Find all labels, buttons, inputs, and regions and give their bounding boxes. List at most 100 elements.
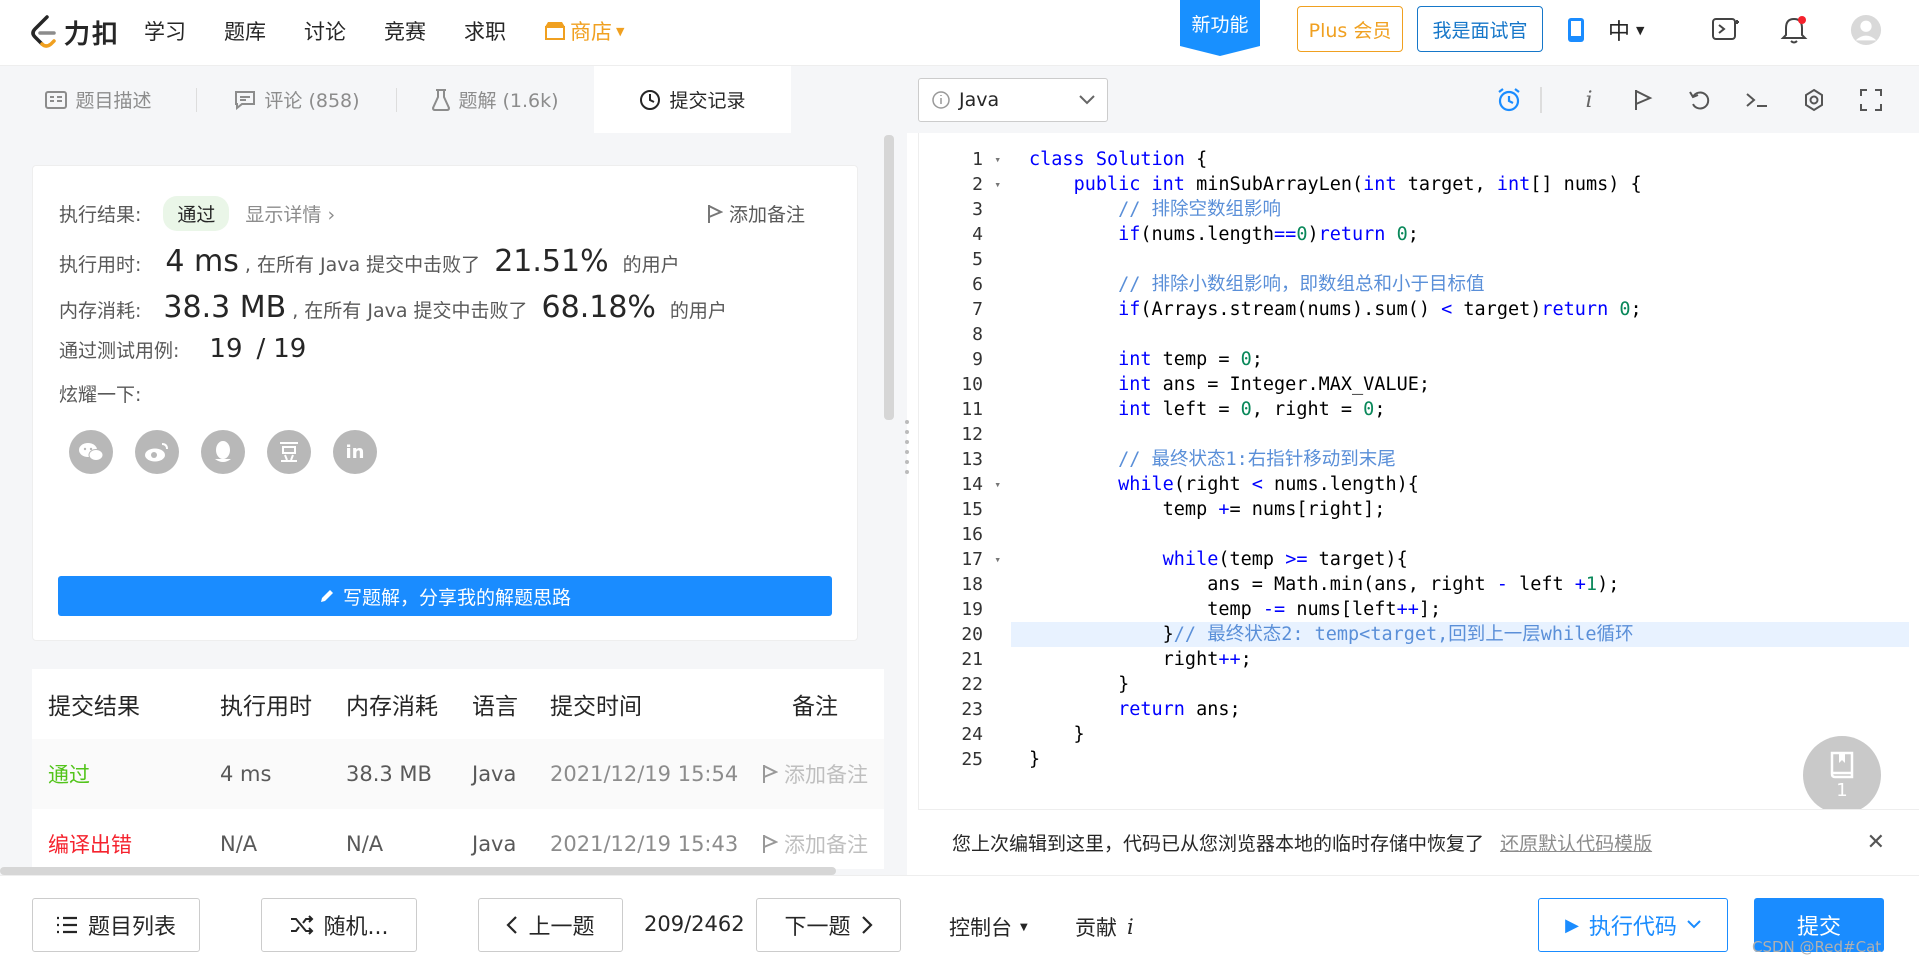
prev-problem-button[interactable]: 上一题 xyxy=(478,898,623,952)
settings-icon[interactable] xyxy=(1800,86,1828,114)
nav-shop[interactable]: 商店 ▼ xyxy=(544,16,624,46)
qq-icon[interactable] xyxy=(201,430,245,474)
tab-solutions[interactable]: 题解 (1.6k) xyxy=(397,66,594,133)
avatar[interactable] xyxy=(1850,14,1882,46)
code-line[interactable]: right++; xyxy=(1029,647,1909,672)
row-language: Java xyxy=(472,832,517,856)
close-icon[interactable]: ✕ xyxy=(1867,830,1885,855)
fold-arrow-icon[interactable]: ▾ xyxy=(994,172,1001,197)
reset-icon[interactable] xyxy=(1686,86,1714,114)
terminal-icon[interactable] xyxy=(1743,86,1771,114)
douban-icon[interactable] xyxy=(267,430,311,474)
weibo-icon[interactable] xyxy=(135,430,179,474)
playground-icon[interactable] xyxy=(1710,14,1742,46)
code-line[interactable] xyxy=(1029,422,1909,447)
code-line[interactable]: if(nums.length==0)return 0; xyxy=(1029,222,1909,247)
language-select[interactable]: Java xyxy=(918,78,1108,122)
code-line[interactable]: int ans = Integer.MAX_VALUE; xyxy=(1029,372,1909,397)
code-area[interactable]: class Solution { public int minSubArrayL… xyxy=(1011,147,1909,772)
contribute-link[interactable]: 贡献 i xyxy=(1075,912,1134,942)
code-editor[interactable]: 1 ▾ 2 ▾ 3 4 5 6 7 8 9 10 11 12 13 14 ▾ 15 16 17 ▾ 18 19 20 21 22 2… xyxy=(918,133,1919,809)
code-line[interactable]: int temp = 0; xyxy=(1029,347,1909,372)
row-add-note[interactable]: 添加备注 xyxy=(762,829,868,859)
problem-list-button[interactable]: 题目列表 xyxy=(32,898,200,952)
row-submitted: 2021/12/19 15:43 xyxy=(550,832,739,856)
code-line[interactable]: if(Arrays.stream(nums).sum() < target)re… xyxy=(1029,297,1909,322)
code-line[interactable]: return ans; xyxy=(1029,697,1909,722)
code-line[interactable]: temp += nums[right]; xyxy=(1029,497,1909,522)
row-status[interactable]: 通过 xyxy=(48,759,90,789)
tab-comments[interactable]: 评论 (858) xyxy=(197,66,397,133)
interviewer-button[interactable]: 我是面试官 xyxy=(1417,6,1543,52)
table-header: 提交结果 执行用时 内存消耗 语言 提交时间 备注 xyxy=(32,669,884,739)
language-switch[interactable]: 中 ▼ xyxy=(1608,14,1668,46)
run-code-button[interactable]: ▶ 执行代码 xyxy=(1538,898,1728,952)
code-line[interactable]: }// 最终状态2: temp<target,回到上一层while循环 xyxy=(1011,622,1909,647)
nav-problems[interactable]: 题库 xyxy=(224,16,266,46)
table-row[interactable]: 编译出错 N/A N/A Java 2021/12/19 15:43 添加备注 xyxy=(32,809,884,869)
table-row[interactable]: 通过 4 ms 38.3 MB Java 2021/12/19 15:54 添加… xyxy=(32,739,884,809)
row-submitted: 2021/12/19 15:54 xyxy=(550,762,739,786)
next-problem-button[interactable]: 下一题 xyxy=(756,898,901,952)
code-line[interactable]: int left = 0, right = 0; xyxy=(1029,397,1909,422)
write-solution-label: 写题解，分享我的解题思路 xyxy=(342,586,571,609)
alarm-icon[interactable] xyxy=(1495,86,1523,114)
code-line[interactable]: ans = Math.min(ans, right - left +1); xyxy=(1029,572,1909,597)
fold-arrow-icon[interactable]: ▾ xyxy=(994,147,1001,172)
notes-float-button[interactable]: 1 xyxy=(1803,736,1881,814)
nav-contest[interactable]: 竞赛 xyxy=(384,16,426,46)
random-label: 随机... xyxy=(323,915,389,940)
fold-arrow-icon[interactable]: ▾ xyxy=(994,547,1001,572)
restore-default-link[interactable]: 还原默认代码模版 xyxy=(1500,833,1652,855)
logo[interactable]: 力扣 xyxy=(30,14,120,51)
tab-submissions[interactable]: 提交记录 xyxy=(594,66,791,133)
random-button[interactable]: 随机... xyxy=(261,898,417,952)
code-line[interactable]: public int minSubArrayLen(int target, in… xyxy=(1029,172,1909,197)
fold-arrow-icon[interactable]: ▾ xyxy=(994,472,1001,497)
tab-description[interactable]: 题目描述 xyxy=(0,66,197,133)
nav-learn[interactable]: 学习 xyxy=(144,16,186,46)
code-line[interactable]: while(temp >= target){ xyxy=(1029,547,1909,572)
mobile-icon[interactable] xyxy=(1560,14,1592,46)
col-status: 提交结果 xyxy=(48,694,140,720)
code-line[interactable] xyxy=(1029,322,1909,347)
new-feature-badge[interactable]: 新功能 xyxy=(1180,0,1260,56)
code-line[interactable]: } xyxy=(1029,747,1909,772)
row-status[interactable]: 编译出错 xyxy=(48,829,132,859)
linkedin-icon[interactable]: in xyxy=(333,430,377,474)
notification-bell-icon[interactable] xyxy=(1778,14,1810,46)
nav-discuss[interactable]: 讨论 xyxy=(304,16,346,46)
info-icon[interactable]: i xyxy=(1575,86,1603,114)
vertical-scrollbar[interactable] xyxy=(884,135,894,420)
plus-member-button[interactable]: Plus 会员 xyxy=(1297,6,1403,52)
add-note-label: 添加备注 xyxy=(729,204,806,226)
handle-dot xyxy=(905,420,909,424)
tab-description-label: 题目描述 xyxy=(75,90,152,112)
panel-resize-handle[interactable] xyxy=(905,420,909,500)
code-line[interactable] xyxy=(1029,247,1909,272)
memory-percent: 68.18% xyxy=(541,290,656,325)
book-icon xyxy=(1830,751,1854,778)
row-add-note[interactable]: 添加备注 xyxy=(762,759,868,789)
line-number: 2 ▾ xyxy=(919,172,1011,197)
horizontal-scrollbar[interactable] xyxy=(0,867,836,875)
code-line[interactable]: // 排除小数组影响，即数组总和小于目标值 xyxy=(1029,272,1909,297)
flag-icon[interactable] xyxy=(1629,86,1657,114)
show-detail-link[interactable]: 显示详情 › xyxy=(245,200,335,227)
code-line[interactable]: class Solution { xyxy=(1029,147,1909,172)
watermark: CSDN @Red#Cat xyxy=(1752,938,1882,956)
code-line[interactable]: // 排除空数组影响 xyxy=(1029,197,1909,222)
add-note-button[interactable]: 添加备注 xyxy=(707,200,805,227)
code-line[interactable]: while(right < nums.length){ xyxy=(1029,472,1909,497)
write-solution-button[interactable]: 写题解，分享我的解题思路 xyxy=(58,576,832,616)
code-line[interactable]: // 最终状态1:右指针移动到末尾 xyxy=(1029,447,1909,472)
wechat-icon[interactable] xyxy=(69,430,113,474)
code-line[interactable]: temp -= nums[left++]; xyxy=(1029,597,1909,622)
nav-jobs[interactable]: 求职 xyxy=(464,16,506,46)
console-toggle[interactable]: 控制台 ▼ xyxy=(949,912,1028,942)
code-line[interactable]: } xyxy=(1029,722,1909,747)
line-number: 6 xyxy=(919,272,1011,297)
code-line[interactable]: } xyxy=(1029,672,1909,697)
code-line[interactable] xyxy=(1029,522,1909,547)
fullscreen-icon[interactable] xyxy=(1857,86,1885,114)
